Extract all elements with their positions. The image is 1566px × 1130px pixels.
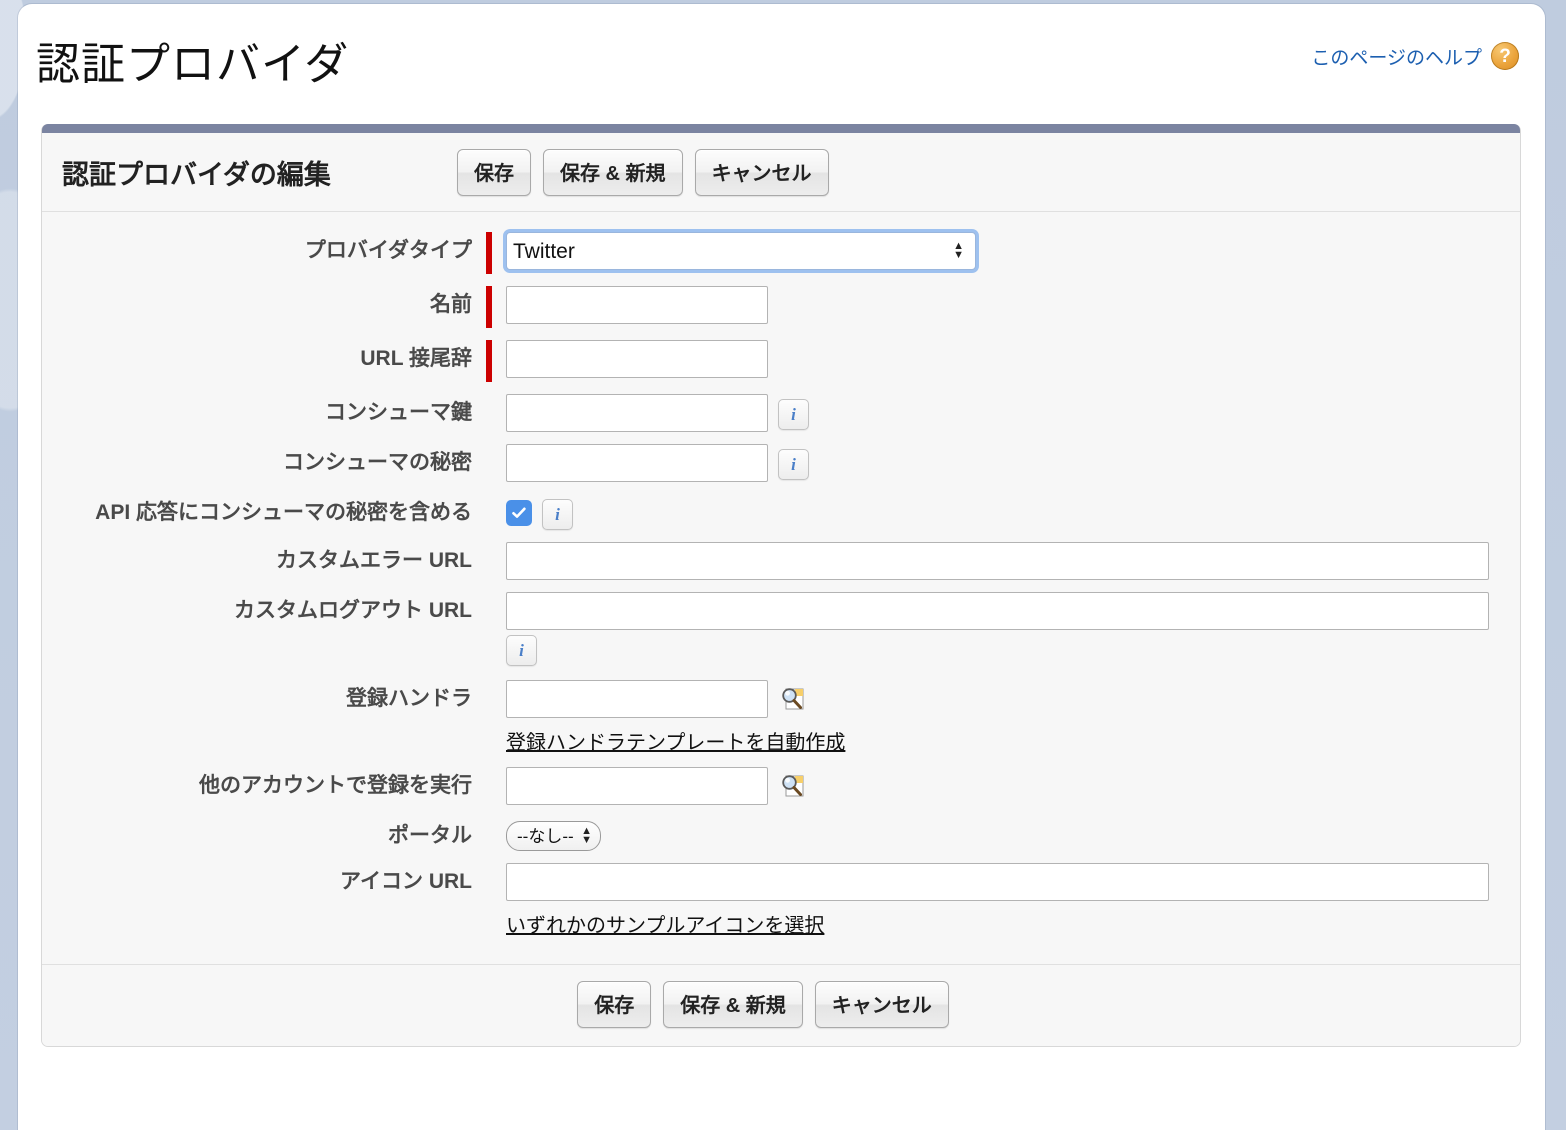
portal-select[interactable]: --なし--	[506, 821, 601, 851]
lookup-search-icon[interactable]	[778, 684, 808, 714]
save-and-new-button-top[interactable]: 保存 & 新規	[543, 148, 683, 196]
include-secret-checkbox[interactable]	[506, 500, 532, 526]
icon-url-label: アイコン URL	[340, 870, 472, 893]
top-button-row: 保存 保存 & 新規 キャンセル	[457, 148, 829, 196]
provider-type-label: プロバイダタイプ	[304, 239, 472, 262]
field-consumer-secret: コンシューマの秘密 i	[42, 442, 1520, 482]
field-custom-logout-url: カスタムログアウト URL i	[42, 590, 1520, 666]
execute-registration-as-input[interactable]	[506, 767, 768, 805]
field-provider-type: プロバイダタイプ Twitter ▲ ▼	[42, 230, 1520, 274]
url-suffix-label: URL 接尾辞	[360, 347, 472, 370]
custom-error-url-input[interactable]	[506, 542, 1489, 580]
consumer-key-input[interactable]	[506, 394, 768, 432]
cancel-button-top[interactable]: キャンセル	[694, 148, 829, 196]
name-label: 名前	[430, 293, 472, 316]
info-icon[interactable]: i	[542, 499, 573, 530]
field-icon-url: アイコン URL いずれかのサンプルアイコンを選択	[42, 861, 1520, 938]
url-suffix-input[interactable]	[506, 340, 768, 378]
consumer-secret-label: コンシューマの秘密	[283, 451, 472, 474]
save-and-new-button-bottom[interactable]: 保存 & 新規	[663, 981, 803, 1028]
lookup-search-icon[interactable]	[778, 771, 808, 801]
choose-sample-icon-link[interactable]: いずれかのサンプルアイコンを選択	[506, 909, 1489, 938]
field-portal: ポータル --なし-- ▲ ▼	[42, 815, 1520, 851]
help-for-this-page[interactable]: このページのヘルプ ?	[1311, 42, 1519, 70]
custom-error-url-label: カスタムエラー URL	[276, 549, 472, 572]
bottom-button-row: 保存 保存 & 新規 キャンセル	[577, 981, 949, 1028]
question-mark-icon[interactable]: ?	[1491, 42, 1519, 70]
field-registration-handler: 登録ハンドラ 登録ハンドラテンプレートを自動作成	[42, 678, 1520, 755]
help-link[interactable]: このページのヘルプ	[1311, 43, 1482, 70]
page-title: 認証プロバイダ	[36, 40, 350, 89]
consumer-secret-input[interactable]	[506, 444, 768, 482]
info-icon[interactable]: i	[506, 635, 537, 666]
registration-handler-label: 登録ハンドラ	[346, 687, 472, 710]
field-consumer-key: コンシューマ鍵 i	[42, 392, 1520, 432]
page-card: 認証プロバイダ このページのヘルプ ? 認証プロバイダの編集 保存 保存 & 新…	[18, 4, 1545, 1130]
provider-type-select[interactable]: Twitter	[506, 232, 976, 270]
consumer-key-label: コンシューマ鍵	[325, 401, 472, 424]
info-icon[interactable]: i	[778, 449, 809, 480]
edit-auth-provider-panel: 認証プロバイダの編集 保存 保存 & 新規 キャンセル プロバイダタイプ Twi…	[41, 124, 1521, 1047]
info-icon[interactable]: i	[778, 399, 809, 430]
portal-label: ポータル	[388, 824, 472, 847]
field-custom-error-url: カスタムエラー URL	[42, 540, 1520, 580]
form-body: プロバイダタイプ Twitter ▲ ▼ 名前 URL 接尾辞 コンシューマ鍵 …	[42, 212, 1520, 964]
auto-create-handler-template-link[interactable]: 登録ハンドラテンプレートを自動作成	[506, 726, 845, 755]
custom-logout-url-input[interactable]	[506, 592, 1489, 630]
required-marker-name	[486, 286, 492, 328]
page-header: 認証プロバイダ このページのヘルプ ?	[18, 4, 1545, 116]
save-button-bottom[interactable]: 保存	[577, 981, 652, 1028]
icon-url-input[interactable]	[506, 863, 1489, 901]
panel-footer: 保存 保存 & 新規 キャンセル	[42, 964, 1520, 1046]
registration-handler-input[interactable]	[506, 680, 768, 718]
name-input[interactable]	[506, 286, 768, 324]
panel-heading: 認証プロバイダの編集	[62, 159, 331, 190]
custom-logout-url-label: カスタムログアウト URL	[234, 599, 472, 622]
field-include-secret: API 応答にコンシューマの秘密を含める i	[42, 492, 1520, 530]
include-secret-label: API 応答にコンシューマの秘密を含める	[95, 501, 472, 524]
save-button-top[interactable]: 保存	[457, 148, 531, 196]
panel-header: 認証プロバイダの編集 保存 保存 & 新規 キャンセル	[42, 133, 1520, 212]
panel-top-bar	[42, 124, 1520, 133]
execute-registration-as-label: 他のアカウントで登録を実行	[199, 774, 472, 797]
field-url-suffix: URL 接尾辞	[42, 338, 1520, 382]
cancel-button-bottom[interactable]: キャンセル	[814, 981, 949, 1028]
field-execute-registration-as: 他のアカウントで登録を実行	[42, 765, 1520, 805]
required-marker-provider-type	[486, 232, 492, 274]
required-marker-url-suffix	[486, 340, 492, 382]
field-name: 名前	[42, 284, 1520, 328]
